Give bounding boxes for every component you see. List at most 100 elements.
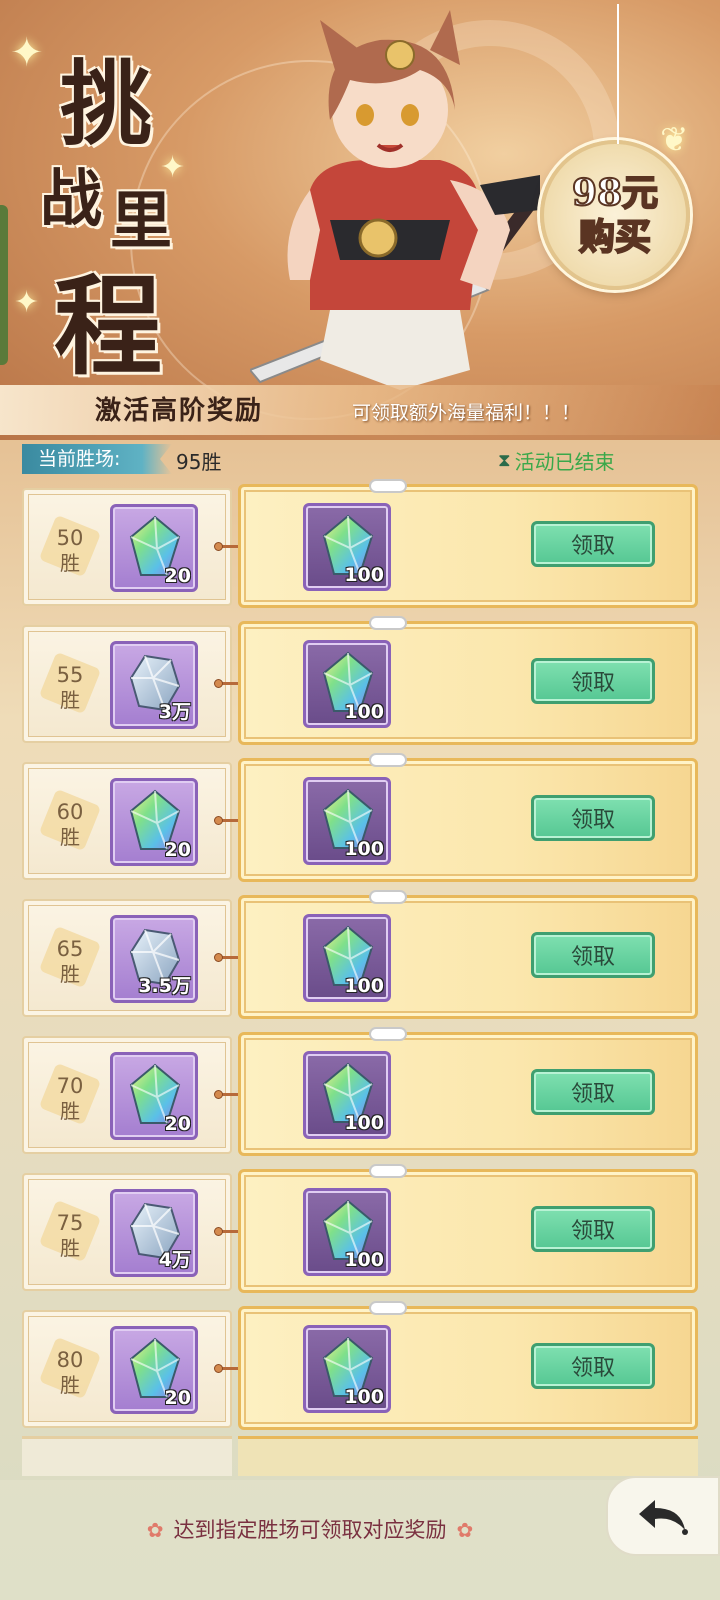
premium-reward-item[interactable]: 100 bbox=[303, 640, 391, 728]
premium-reward-item[interactable]: 100 bbox=[303, 1188, 391, 1276]
win-milestone-unit: 胜 bbox=[60, 551, 80, 575]
premium-reward-card: 100 领取 bbox=[238, 1027, 698, 1156]
free-reward-count: 20 bbox=[164, 565, 191, 587]
premium-reward-card: 100 领取 bbox=[238, 890, 698, 1019]
reward-row-partial bbox=[0, 1436, 720, 1486]
lock-clip-icon bbox=[369, 616, 407, 630]
premium-reward-card bbox=[238, 1436, 698, 1476]
reward-row: 55 胜 3万 100 领取 bbox=[0, 616, 720, 747]
lock-clip-icon bbox=[369, 1301, 407, 1315]
lock-clip-icon bbox=[369, 890, 407, 904]
free-reward-item[interactable]: 3万 bbox=[110, 641, 198, 729]
premium-reward-item[interactable]: 100 bbox=[303, 777, 391, 865]
premium-reward-item[interactable]: 100 bbox=[303, 1051, 391, 1139]
premium-reward-count: 100 bbox=[344, 701, 384, 723]
flower-icon: ✿ bbox=[456, 1518, 474, 1542]
free-reward-item[interactable]: 20 bbox=[110, 1052, 198, 1140]
footer-hint-text: 达到指定胜场可领取对应奖励 bbox=[173, 1518, 447, 1542]
claim-button[interactable]: 领取 bbox=[531, 795, 655, 841]
reward-row: 65 胜 3.5万 100 领取 bbox=[0, 890, 720, 1021]
current-wins-label: 当前胜场: bbox=[22, 444, 172, 474]
sparkle-icon: ✦ bbox=[160, 150, 186, 185]
free-reward-item[interactable]: 4万 bbox=[110, 1189, 198, 1277]
free-reward-card: 65 胜 3.5万 bbox=[22, 899, 232, 1017]
win-milestone-number: 70 bbox=[56, 1074, 84, 1098]
free-reward-card: 70 胜 20 bbox=[22, 1036, 232, 1154]
premium-benefit-text: 可领取额外海量福利！！！ bbox=[352, 402, 581, 424]
free-reward-count: 20 bbox=[164, 839, 191, 861]
reward-row: 50 胜 20 100 领取 bbox=[0, 479, 720, 610]
free-reward-count: 4万 bbox=[158, 1249, 191, 1271]
win-milestone-badge: 60 胜 bbox=[42, 794, 98, 854]
premium-reward-item[interactable]: 100 bbox=[303, 503, 391, 591]
free-reward-count: 3.5万 bbox=[138, 975, 191, 997]
win-milestone-unit: 胜 bbox=[60, 688, 80, 712]
claim-button[interactable]: 领取 bbox=[531, 1069, 655, 1115]
claim-button[interactable]: 领取 bbox=[531, 658, 655, 704]
win-milestone-badge: 55 胜 bbox=[42, 657, 98, 717]
title-char-4: 程 bbox=[54, 264, 163, 390]
price-tag-string bbox=[617, 4, 619, 144]
claim-button[interactable]: 领取 bbox=[531, 932, 655, 978]
free-reward-card: 75 胜 4万 bbox=[22, 1173, 232, 1291]
free-reward-card: 55 胜 3万 bbox=[22, 625, 232, 743]
event-banner: 挑 战 里 程 ✦ ✦ ✦ ❦ 98元 购买 激活高阶奖励 可领取额外海量福利！… bbox=[0, 0, 720, 440]
win-milestone-badge: 75 胜 bbox=[42, 1205, 98, 1265]
premium-reward-count: 100 bbox=[344, 838, 384, 860]
win-milestone-number: 65 bbox=[56, 937, 84, 961]
premium-reward-card: 100 领取 bbox=[238, 1164, 698, 1293]
win-milestone-unit: 胜 bbox=[60, 962, 80, 986]
price-amount: 98元 bbox=[571, 171, 659, 215]
free-reward-count: 3万 bbox=[158, 701, 191, 723]
back-button[interactable] bbox=[606, 1476, 720, 1556]
win-milestone-badge: 80 胜 bbox=[42, 1342, 98, 1402]
hero-character-illustration bbox=[250, 10, 540, 390]
premium-reward-card: 100 领取 bbox=[238, 479, 698, 608]
win-milestone-badge: 65 胜 bbox=[42, 931, 98, 991]
claim-button[interactable]: 领取 bbox=[531, 1206, 655, 1252]
win-milestone-badge: 50 胜 bbox=[42, 520, 98, 580]
reward-row: 60 胜 20 100 领取 bbox=[0, 753, 720, 884]
reward-row: 80 胜 20 100 领取 bbox=[0, 1301, 720, 1432]
sparkle-icon: ✦ bbox=[10, 30, 44, 76]
butterfly-icon: ❦ bbox=[660, 120, 689, 160]
premium-reward-count: 100 bbox=[344, 1249, 384, 1271]
premium-reward-card: 100 领取 bbox=[238, 1301, 698, 1430]
premium-reward-card: 100 领取 bbox=[238, 616, 698, 745]
premium-reward-item[interactable]: 100 bbox=[303, 1325, 391, 1413]
free-reward-count: 20 bbox=[164, 1387, 191, 1409]
claim-button[interactable]: 领取 bbox=[531, 1343, 655, 1389]
free-reward-item[interactable]: 3.5万 bbox=[110, 915, 198, 1003]
claim-button[interactable]: 领取 bbox=[531, 521, 655, 567]
free-reward-card: 50 胜 20 bbox=[22, 488, 232, 606]
win-milestone-number: 55 bbox=[56, 663, 84, 687]
free-reward-card: 60 胜 20 bbox=[22, 762, 232, 880]
free-reward-item[interactable]: 20 bbox=[110, 1326, 198, 1414]
reward-row: 70 胜 20 100 领取 bbox=[0, 1027, 720, 1158]
lock-clip-icon bbox=[369, 479, 407, 493]
lock-clip-icon bbox=[369, 1027, 407, 1041]
win-milestone-unit: 胜 bbox=[60, 1099, 80, 1123]
win-milestone-unit: 胜 bbox=[60, 825, 80, 849]
win-milestone-number: 60 bbox=[56, 800, 84, 824]
free-reward-card bbox=[22, 1436, 232, 1476]
win-milestone-number: 80 bbox=[56, 1348, 84, 1372]
hourglass-icon: ⧗ bbox=[498, 450, 511, 471]
side-drawer-tab[interactable] bbox=[0, 205, 8, 365]
event-status-text: 活动已结束 bbox=[514, 450, 615, 474]
title-char-1: 挑 bbox=[60, 50, 153, 158]
event-status: ⧗ 活动已结束 bbox=[498, 446, 615, 475]
premium-reward-card: 100 领取 bbox=[238, 753, 698, 882]
win-milestone-badge: 70 胜 bbox=[42, 1068, 98, 1128]
premium-reward-count: 100 bbox=[344, 975, 384, 997]
free-reward-item[interactable]: 20 bbox=[110, 504, 198, 592]
flower-icon: ✿ bbox=[146, 1518, 164, 1542]
win-milestone-unit: 胜 bbox=[60, 1236, 80, 1260]
free-reward-item[interactable]: 20 bbox=[110, 778, 198, 866]
purchase-price-badge[interactable]: 98元 购买 bbox=[540, 4, 690, 290]
premium-reward-count: 100 bbox=[344, 564, 384, 586]
premium-reward-item[interactable]: 100 bbox=[303, 914, 391, 1002]
lock-clip-icon bbox=[369, 753, 407, 767]
win-milestone-unit: 胜 bbox=[60, 1373, 80, 1397]
premium-reward-count: 100 bbox=[344, 1386, 384, 1408]
